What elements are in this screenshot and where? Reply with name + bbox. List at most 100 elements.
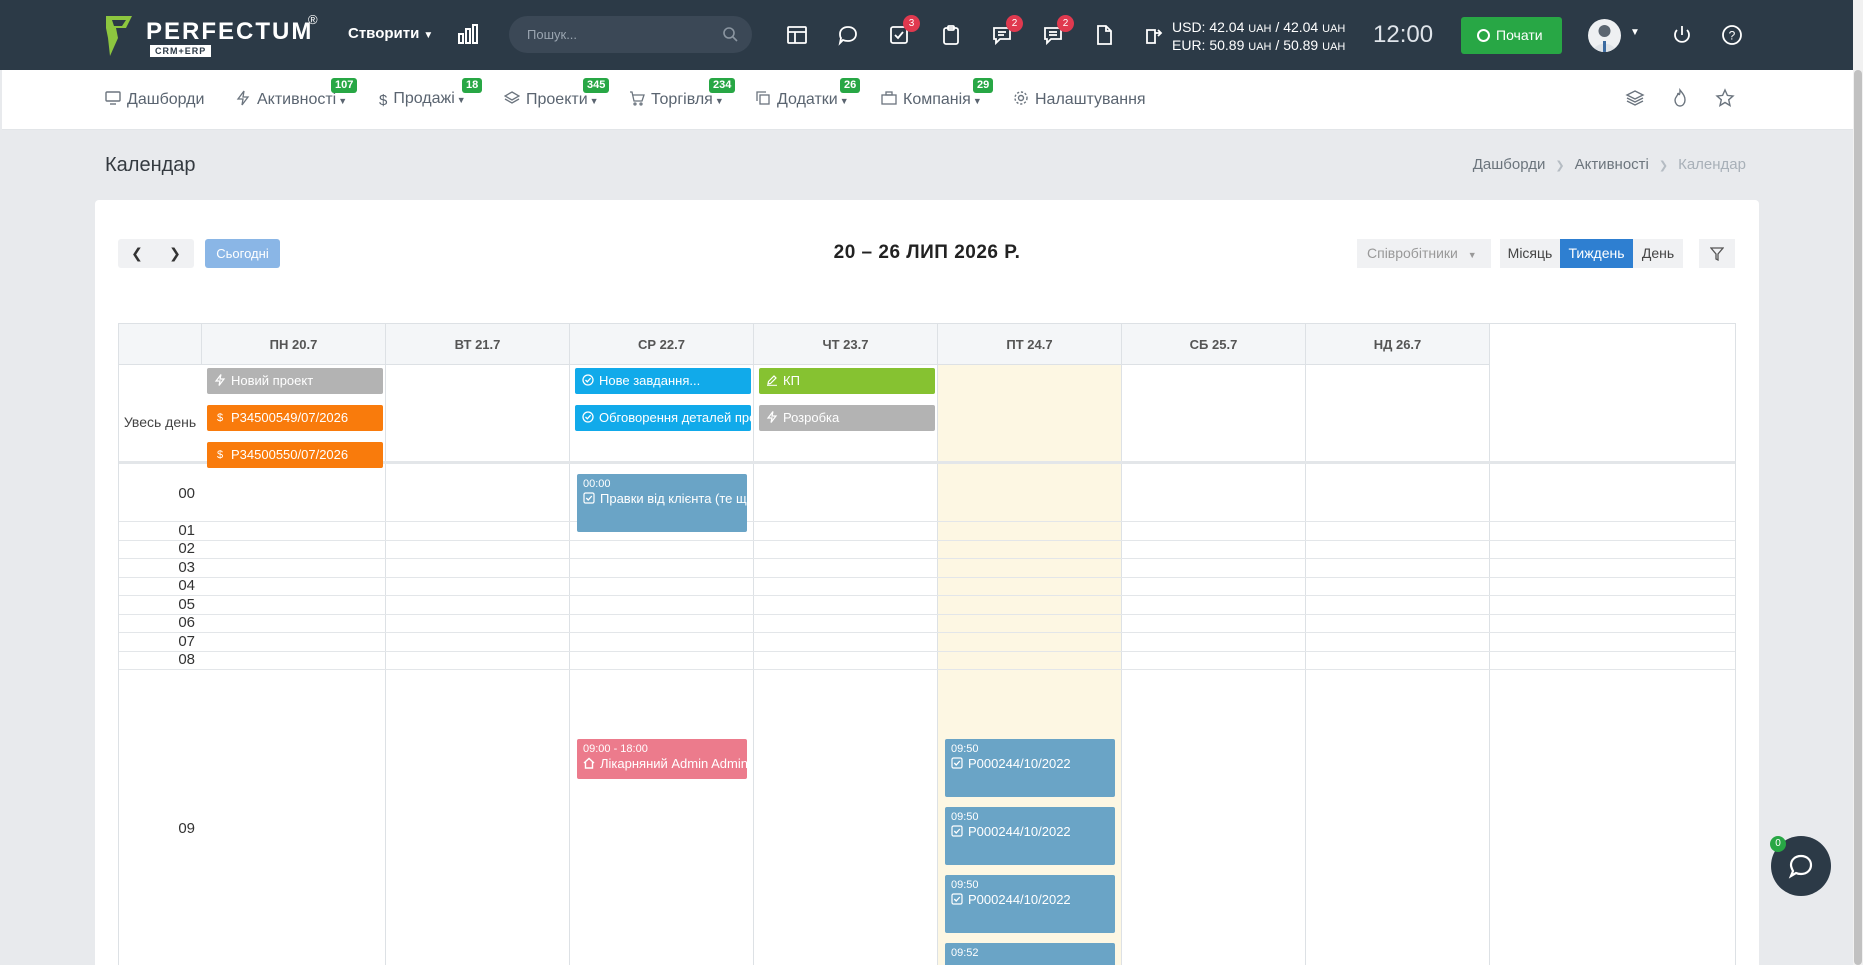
tasks-button[interactable]: 3 (888, 15, 920, 46)
event-title: Правки від клієнта (те що ... (600, 491, 747, 506)
nav-badge: 29 (973, 78, 994, 93)
create-label: Створити (348, 25, 420, 42)
nav-badge: 345 (583, 78, 610, 93)
allday-event[interactable]: Обговорення деталей пропозиції (575, 405, 751, 431)
timed-event[interactable]: 09:00 - 18:00 Лікарняний Admin Admin (577, 739, 747, 779)
allday-label: Увесь день (123, 414, 197, 430)
usd-unit-2: UAH (1322, 23, 1346, 35)
hour-line (119, 632, 1735, 633)
nav-item-dashboards[interactable]: Дашборди (105, 90, 204, 109)
hour-line (119, 558, 1735, 559)
chevron-down-icon[interactable]: ▼ (1630, 27, 1640, 38)
scrollbar[interactable] (1853, 0, 1863, 965)
nav-item-settings[interactable]: Налаштування (1013, 90, 1146, 109)
star-icon[interactable] (1715, 88, 1735, 108)
chat-fab-button[interactable]: 0 (1770, 836, 1831, 896)
nav-label: Активності (257, 91, 337, 108)
nav-badge: 18 (462, 78, 483, 93)
view-month-button[interactable]: Місяць (1500, 239, 1560, 268)
start-timer-button[interactable]: Почати (1461, 17, 1562, 54)
eur-label: EUR: (1172, 37, 1206, 53)
day-header[interactable]: ЧТ 23.7 (754, 324, 938, 365)
day-header[interactable]: ПН 20.7 (202, 324, 386, 365)
allday-event[interactable]: Розробка (759, 405, 935, 431)
nav-item-activities[interactable]: Активності ▼ 107 (235, 78, 358, 109)
timed-event[interactable]: 09:50 Р000244/10/2022 (945, 807, 1115, 865)
hour-label: 05 (178, 596, 195, 613)
view-week-button[interactable]: Тиждень (1560, 239, 1633, 268)
eur-sell: 50.89 (1283, 37, 1319, 53)
bolt-icon (214, 374, 226, 386)
comments-button[interactable]: 2 (1042, 15, 1074, 46)
search-icon[interactable] (722, 26, 738, 42)
layers-icon[interactable] (1625, 88, 1645, 108)
view-day-button[interactable]: День (1633, 239, 1683, 268)
hour-label: 02 (178, 540, 195, 557)
perfectum-logo[interactable]: PERFECTUM ® CRM+ERP (106, 12, 321, 62)
nav-item-company[interactable]: Компанія ▼ 29 (881, 78, 994, 109)
timed-event[interactable]: 09:52 (945, 943, 1115, 965)
event-time: 09:50 (951, 879, 979, 891)
day-column[interactable] (570, 365, 754, 965)
power-icon[interactable] (1671, 24, 1693, 46)
nav-item-addons[interactable]: Додатки ▼ 26 (755, 78, 861, 109)
monitor-icon (105, 91, 121, 105)
search-box (509, 16, 752, 53)
bolt-icon (236, 90, 250, 106)
day-column[interactable] (1306, 365, 1490, 965)
allday-event[interactable]: КП (759, 368, 935, 394)
breadcrumb-link[interactable]: Активності (1575, 156, 1649, 173)
help-icon[interactable]: ? (1721, 24, 1743, 46)
document-icon[interactable] (1093, 24, 1115, 46)
event-title: Р000244/10/2022 (968, 756, 1071, 771)
avatar[interactable] (1588, 19, 1621, 52)
fire-icon[interactable] (1670, 88, 1690, 108)
nav-item-projects[interactable]: Проекти ▼ 345 (504, 78, 610, 109)
layout-icon[interactable] (786, 24, 808, 46)
create-menu[interactable]: Створити ▼ (348, 25, 433, 42)
event-title: Р000244/10/2022 (968, 824, 1071, 839)
hour-label: 07 (178, 633, 195, 650)
search-input[interactable] (527, 24, 707, 44)
clipboard-icon[interactable] (940, 24, 962, 46)
home-icon (583, 757, 595, 769)
allday-event[interactable]: Нове завдання... (575, 368, 751, 394)
timed-event[interactable]: 09:50 Р000244/10/2022 (945, 875, 1115, 933)
hour-line (119, 651, 1735, 652)
hour-label: 06 (178, 614, 195, 631)
day-header[interactable]: СР 22.7 (570, 324, 754, 365)
nav-item-trade[interactable]: Торгівля ▼ 234 (629, 78, 736, 109)
dollar-icon: $ (379, 92, 388, 109)
nav-label: Продажі (393, 90, 455, 107)
scrollbar-thumb[interactable] (1854, 70, 1862, 965)
exchange-icon[interactable] (1143, 24, 1165, 46)
allday-event[interactable]: $ Р34500549/07/2026 (207, 405, 383, 431)
bar-chart-icon[interactable] (456, 22, 480, 46)
day-header[interactable]: СБ 25.7 (1122, 324, 1306, 365)
filter-button[interactable] (1699, 239, 1735, 268)
eur-unit: UAH (1248, 41, 1272, 53)
chevron-down-icon: ▼ (972, 96, 982, 106)
timed-event[interactable]: 09:50 Р000244/10/2022 (945, 739, 1115, 797)
chat-bubble-icon[interactable] (837, 24, 859, 46)
day-column[interactable] (386, 365, 570, 965)
allday-event[interactable]: $ Р34500550/07/2026 (207, 442, 383, 468)
timed-event[interactable]: 00:00Правки від клієнта (те що ... (577, 474, 747, 532)
messages-button[interactable]: 2 (991, 15, 1023, 46)
event-time: 09:50 (951, 743, 979, 755)
eur-rate: EUR: 50.89 UAH / 50.89 UAH (1172, 37, 1346, 53)
clock-icon (1477, 29, 1490, 42)
day-column[interactable] (754, 365, 938, 965)
clock: 12:00 (1373, 21, 1434, 48)
svg-text:$: $ (217, 449, 223, 460)
dollar-icon: $ (217, 449, 223, 460)
allday-event[interactable]: Новий проект (207, 368, 383, 394)
employees-select[interactable]: Співробітники ▼ (1357, 239, 1491, 268)
day-column[interactable] (1122, 365, 1306, 965)
day-header[interactable]: ВТ 21.7 (386, 324, 570, 365)
breadcrumb-link[interactable]: Дашборди (1473, 156, 1546, 173)
day-header[interactable]: ПТ 24.7 (938, 324, 1122, 365)
nav-item-sales[interactable]: $ Продажі ▼ 18 (379, 78, 483, 109)
day-header[interactable]: НД 26.7 (1306, 324, 1490, 365)
check-circle-icon (582, 374, 594, 386)
